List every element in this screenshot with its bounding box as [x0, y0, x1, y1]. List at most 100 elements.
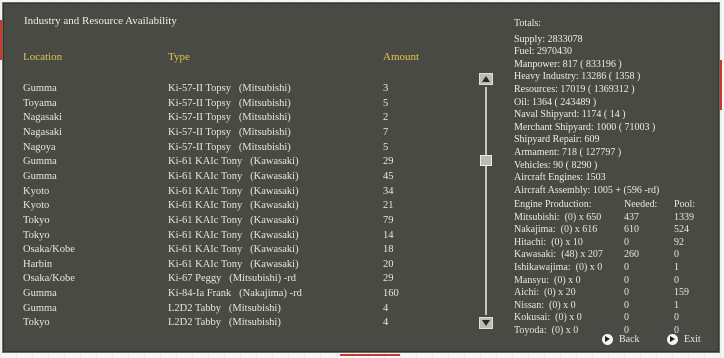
row-location: Gumma — [23, 83, 57, 94]
back-button[interactable]: Back — [602, 334, 640, 345]
scroll-up-button[interactable] — [479, 73, 493, 85]
row-location: Nagoya — [23, 141, 56, 153]
row-amount: 79 — [383, 214, 394, 226]
engine-name: Nakajima: (0) x 616 — [514, 224, 598, 236]
totals-item: Merchant Shipyard: 1000 ( 71003 ) — [514, 121, 656, 133]
scroll-down-button[interactable] — [479, 317, 493, 329]
scroll-thumb[interactable] — [480, 155, 492, 166]
table-row[interactable]: Tokyo L2D2 Tabby (Mitsubishi) 4 — [3, 316, 473, 330]
engine-name: Mitsubishi: (0) x 650 — [514, 211, 602, 223]
table-row[interactable]: Tokyo Ki-61 KAIc Tony (Kawasaki) 14 — [3, 229, 473, 243]
row-amount: 3 — [383, 83, 389, 94]
row-amount: 4 — [383, 317, 389, 329]
engine-pool: 0 — [674, 249, 679, 261]
row-amount: 21 — [383, 200, 394, 212]
engine-name: Toyoda: (0) x 0 — [514, 324, 579, 336]
row-amount: 2 — [383, 112, 389, 124]
row-amount: 29 — [383, 156, 394, 168]
table-row[interactable]: Gumma L2D2 Tabby (Mitsubishi) 4 — [3, 302, 473, 316]
row-amount: 5 — [383, 97, 389, 109]
engine-pool: 0 — [674, 274, 679, 286]
row-location: Gumma — [23, 302, 57, 314]
row-type: L2D2 Tabby (Mitsubishi) — [168, 317, 281, 329]
row-amount: 34 — [383, 185, 394, 197]
table-row[interactable]: Gumma Ki-84-Ia Frank (Nakajima) -rd 160 — [3, 287, 473, 301]
totals-item: Armament: 718 ( 127797 ) — [514, 146, 622, 158]
totals-item: Naval Shipyard: 1174 ( 14 ) — [514, 109, 626, 121]
engine-pool: 1 — [674, 299, 679, 311]
engine-pool: 1339 — [674, 211, 694, 223]
row-amount: 5 — [383, 141, 389, 153]
table-row[interactable]: Gumma Ki-57-II Topsy (Mitsubishi) 3 — [3, 82, 473, 96]
table-row[interactable]: Nagoya Ki-57-II Topsy (Mitsubishi) 5 — [3, 141, 473, 155]
engine-needed: 0 — [624, 287, 629, 299]
engine-name: Kawasaki: (48) x 207 — [514, 249, 603, 261]
table-row[interactable]: Toyama Ki-57-II Topsy (Mitsubishi) 5 — [3, 97, 473, 111]
totals-panel: Totals: Supply: 2833078 Fuel: 2970430 Manpo… — [514, 18, 659, 197]
row-type: Ki-61 KAIc Tony (Kawasaki) — [168, 156, 299, 168]
row-amount: 45 — [383, 170, 394, 182]
row-amount: 18 — [383, 244, 394, 256]
row-location: Osaka/Kobe — [23, 273, 75, 285]
arrow-up-icon — [482, 76, 490, 82]
row-amount: 160 — [383, 288, 399, 300]
table-row[interactable]: Nagasaki Ki-57-II Topsy (Mitsubishi) 2 — [3, 111, 473, 125]
industry-dialog: Industry and Resource Availability Locat… — [2, 2, 720, 353]
engine-name: Hitachi: (0) x 10 — [514, 236, 583, 248]
totals-heading: Totals: — [514, 18, 542, 29]
row-location: Tokyo — [23, 317, 50, 329]
row-location: Kyoto — [23, 185, 50, 197]
row-type: Ki-61 KAIc Tony (Kawasaki) — [168, 258, 299, 270]
engine-pool: 92 — [674, 236, 684, 248]
back-label: Back — [619, 334, 640, 345]
engine-needed: 0 — [624, 299, 629, 311]
table-row[interactable]: Osaka/Kobe Ki-67 Peggy (Mitsubishi) -rd 29 — [3, 272, 473, 286]
row-location: Harbin — [23, 258, 53, 270]
engine-needed: 437 — [624, 211, 639, 223]
totals-item: Supply: 2833078 — [514, 33, 583, 45]
row-amount: 7 — [383, 126, 389, 138]
row-location: Tokyo — [23, 229, 50, 241]
arrow-down-icon — [482, 320, 490, 326]
engine-needed: 0 — [624, 261, 629, 273]
exit-label: Exit — [684, 334, 701, 345]
row-type: Ki-84-Ia Frank (Nakajima) -rd — [168, 288, 302, 300]
engine-name: Aichi: (0) x 20 — [514, 287, 576, 299]
row-location: Gumma — [23, 170, 57, 182]
totals-item: Vehicles: 90 ( 8290 ) — [514, 159, 598, 171]
totals-item: Resources: 17019 ( 1369312 ) — [514, 83, 635, 95]
table-row[interactable]: Gumma Ki-61 KAIc Tony (Kawasaki) 45 — [3, 170, 473, 184]
table-row[interactable]: Kyoto Ki-61 KAIc Tony (Kawasaki) 21 — [3, 199, 473, 213]
row-type: Ki-61 KAIc Tony (Kawasaki) — [168, 229, 299, 241]
engine-needed: 260 — [624, 249, 639, 261]
table-row[interactable]: Kyoto Ki-61 KAIc Tony (Kawasaki) 34 — [3, 185, 473, 199]
amount-header: Amount — [383, 51, 420, 63]
totals-item: Heavy Industry: 13286 ( 1358 ) — [514, 71, 641, 83]
row-location: Tokyo — [23, 214, 50, 226]
dialog-title: Industry and Resource Availability — [24, 15, 177, 27]
vertical-scrollbar[interactable] — [479, 73, 493, 329]
table-row[interactable]: Tokyo Ki-61 KAIc Tony (Kawasaki) 79 — [3, 214, 473, 228]
table-row[interactable]: Osaka/Kobe Ki-61 KAIc Tony (Kawasaki) 18 — [3, 243, 473, 257]
row-amount: 20 — [383, 258, 394, 270]
table-row[interactable]: Gumma Ki-61 KAIc Tony (Kawasaki) 29 — [3, 155, 473, 169]
table-row[interactable]: Harbin Ki-61 KAIc Tony (Kawasaki) 20 — [3, 258, 473, 272]
engine-name: Ishikawajima: (0) x 0 — [514, 261, 603, 273]
row-amount: 14 — [383, 229, 394, 241]
table-row[interactable]: Nagasaki Ki-57-II Topsy (Mitsubishi) 7 — [3, 126, 473, 140]
scroll-track[interactable] — [485, 87, 487, 315]
engine-name: Mansyu: (0) x 0 — [514, 274, 581, 286]
engine-pool: 159 — [674, 287, 689, 299]
row-type: Ki-57-II Topsy (Mitsubishi) — [168, 126, 291, 138]
row-type: Ki-61 KAIc Tony (Kawasaki) — [168, 185, 299, 197]
row-location: Nagasaki — [23, 112, 63, 124]
totals-item: Oil: 1364 ( 243489 ) — [514, 96, 597, 108]
engine-name: Nissan: (0) x 0 — [514, 299, 576, 311]
row-type: Ki-61 KAIc Tony (Kawasaki) — [168, 170, 299, 182]
row-location: Osaka/Kobe — [23, 244, 75, 256]
exit-button[interactable]: Exit — [667, 334, 701, 345]
row-type: Ki-57-II Topsy (Mitsubishi) — [168, 83, 291, 94]
row-type: Ki-57-II Topsy (Mitsubishi) — [168, 112, 291, 124]
totals-item: Aircraft Engines: 1503 — [514, 172, 606, 184]
engine-needed: 610 — [624, 224, 639, 236]
